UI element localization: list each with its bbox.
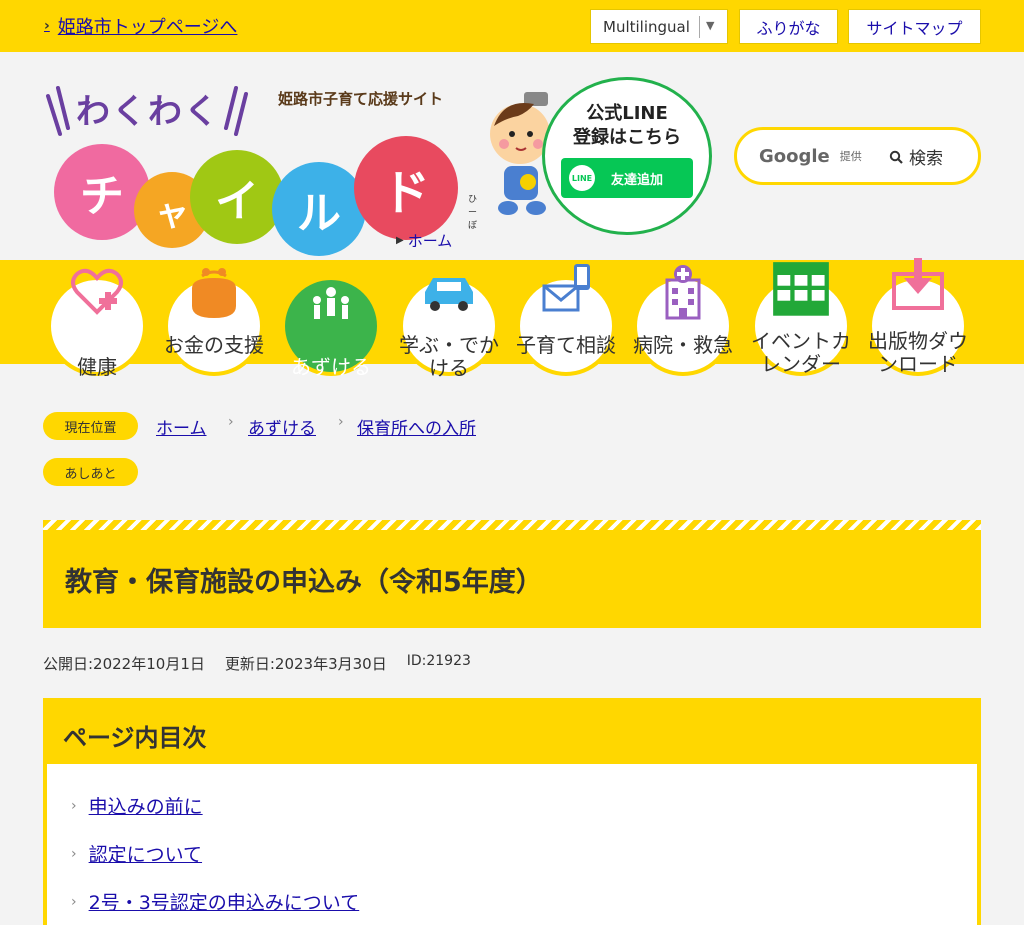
logo-letter-do: ド: [354, 136, 458, 240]
search-box[interactable]: Google 提供 検索: [734, 127, 981, 185]
chevron-right-icon: ›: [44, 18, 50, 34]
furigana-button[interactable]: ふりがな: [739, 9, 838, 44]
city-top-link[interactable]: › 姫路市トップページへ: [44, 13, 237, 39]
line-title-2: 登録はこちら: [573, 127, 681, 148]
toc-item[interactable]: › 2号・3号認定の申込みについて: [71, 888, 359, 915]
sparkle-lines-icon: [224, 86, 248, 136]
chevron-right-icon: ›: [338, 414, 344, 430]
chevron-right-icon: ›: [71, 797, 77, 814]
download-icon: [892, 258, 944, 310]
logo-letter-chi: チ: [54, 144, 150, 240]
chevron-right-icon: ›: [71, 845, 77, 862]
nav-publications-download[interactable]: 出版物ダウンロード: [868, 258, 968, 394]
sparkle-lines-icon: [46, 86, 70, 136]
toc-item[interactable]: › 申込みの前に: [71, 792, 203, 819]
current-location-badge: 現在位置: [43, 412, 138, 440]
ashiato-badge[interactable]: あしあと: [43, 458, 138, 486]
nav-label: 病院・救急: [633, 333, 733, 357]
header-home-label[interactable]: ホーム: [408, 230, 453, 251]
nav-childcare[interactable]: あずける: [281, 276, 381, 394]
logo-subtitle: 姫路市子育て応援サイト: [278, 90, 444, 108]
hospital-icon: [665, 265, 701, 320]
page-title: 教育・保育施設の申込み（令和5年度）: [65, 567, 543, 598]
page-id: ID:21923: [406, 653, 471, 669]
search-button[interactable]: 検索: [889, 144, 943, 169]
nav-label: 子育て相談: [516, 333, 616, 357]
chevron-right-icon: ›: [71, 893, 77, 910]
logo-letter-ru: ル: [272, 162, 366, 256]
google-logo: Google: [759, 145, 830, 167]
nav-label: お金の支援: [164, 333, 264, 357]
nav-event-calendar[interactable]: イベントカレンダー: [751, 262, 851, 394]
multilingual-label: Multilingual: [603, 17, 690, 36]
search-button-label: 検索: [909, 149, 943, 169]
breadcrumb-home[interactable]: ホーム: [156, 414, 207, 439]
site-header: わくわく 姫路市子育て応援サイト チ ャ イ ル ド ひーぼ ▶ ホーム 公式L…: [0, 52, 1024, 260]
line-title-1: 公式LINE: [586, 103, 668, 124]
nav-health[interactable]: 健康: [47, 268, 147, 394]
nav-hospital[interactable]: 病院・救急: [633, 265, 733, 394]
toc-link[interactable]: 申込みの前に: [89, 792, 203, 819]
line-icon: LINE: [569, 165, 595, 191]
toc-item[interactable]: › 認定について: [71, 840, 202, 867]
city-top-link-label[interactable]: 姫路市トップページへ: [58, 13, 238, 39]
divider: [699, 16, 700, 38]
nav-money-support[interactable]: お金の支援: [164, 268, 264, 394]
search-icon: [889, 150, 903, 164]
nav-label: 出版物ダウンロード: [868, 329, 968, 376]
toc-link[interactable]: 認定について: [89, 840, 202, 867]
nav-learn-outing[interactable]: 学ぶ・でかける: [399, 276, 499, 394]
table-of-contents: ページ内目次 › 申込みの前に › 認定について › 2号・3号認定の申込みにつ…: [43, 698, 981, 925]
toc-link[interactable]: 2号・3号認定の申込みについて: [89, 888, 360, 915]
updated-date: 更新日:2023年3月30日: [224, 655, 387, 673]
nav-label: あずける: [291, 355, 371, 379]
nav-label: 学ぶ・でかける: [399, 333, 499, 380]
line-add-friend-button[interactable]: LINE 友達追加: [561, 158, 693, 198]
breadcrumb-nursery[interactable]: 保育所への入所: [357, 414, 476, 439]
nav-consultation[interactable]: 子育て相談: [516, 264, 616, 394]
google-provided-label: 提供: [839, 150, 862, 163]
logo-letter-i: イ: [190, 150, 284, 244]
car-icon: [425, 278, 473, 311]
multilingual-select[interactable]: Multilingual ▼: [590, 9, 728, 44]
line-add-friend-label: 友達追加: [611, 172, 664, 188]
chevron-right-icon: ›: [228, 414, 234, 430]
nav-label: 健康: [77, 355, 117, 379]
page-title-box: 教育・保育施設の申込み（令和5年度）: [43, 520, 981, 628]
published-date: 公開日:2022年10月1日: [43, 655, 205, 673]
mail-phone-icon: [542, 264, 590, 312]
page-meta: 公開日:2022年10月1日 更新日:2023年3月30日 ID:21923: [43, 653, 491, 674]
top-bar: › 姫路市トップページへ Multilingual ▼ ふりがな サイトマップ: [0, 0, 1024, 52]
line-signup-bubble[interactable]: 公式LINE 登録はこちら LINE 友達追加: [542, 77, 712, 235]
header-home-link[interactable]: ▶ ホーム: [396, 230, 452, 251]
coin-purse-icon: [192, 268, 236, 318]
family-icon: [313, 287, 349, 319]
title-stripe: [43, 520, 981, 530]
toc-title: ページ内目次: [63, 724, 207, 752]
dropdown-arrow-icon: ▼: [706, 19, 715, 32]
nav-label: イベントカレンダー: [751, 329, 851, 376]
heart-plus-icon: [71, 268, 123, 315]
logo-hiibo: ひーぼ: [468, 195, 478, 231]
sitemap-button[interactable]: サイトマップ: [848, 9, 981, 44]
triangle-right-icon: ▶: [396, 235, 404, 246]
logo-wakuwaku: わくわく: [76, 92, 220, 132]
toc-body: › 申込みの前に › 認定について › 2号・3号認定の申込みについて: [47, 764, 977, 925]
calendar-icon: [773, 262, 829, 316]
breadcrumb-childcare[interactable]: あずける: [248, 414, 316, 439]
